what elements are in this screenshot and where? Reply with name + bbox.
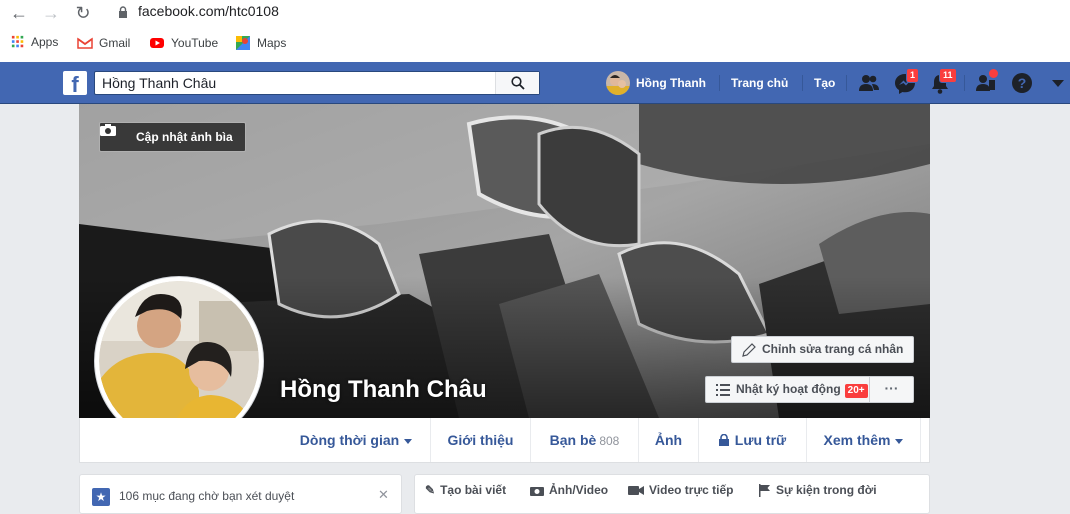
flag-icon: [759, 483, 770, 497]
close-icon[interactable]: ✕: [378, 487, 389, 503]
bookmark-label: Apps: [31, 35, 59, 49]
action-label: Video trực tiếp: [649, 483, 734, 497]
lock-icon: [718, 433, 729, 446]
svg-text:?: ?: [1018, 75, 1027, 91]
friends-count: 808: [599, 434, 620, 448]
activity-log-label: Nhật ký hoạt động: [736, 382, 841, 396]
bookmark-gmail[interactable]: Gmail: [77, 35, 130, 51]
tab-label: Dòng thời gian: [299, 432, 400, 448]
camera-icon: [100, 124, 116, 136]
bookmark-youtube[interactable]: YouTube: [149, 35, 218, 51]
tab-timeline[interactable]: Dòng thời gian: [282, 418, 431, 462]
bookmark-apps[interactable]: Apps: [11, 35, 58, 49]
bookmark-maps[interactable]: Maps: [235, 35, 286, 51]
notifications-button[interactable]: 11: [930, 68, 957, 95]
facebook-topbar: f Hồng Thanh Trang chủ Tạo: [0, 62, 1070, 104]
video-camera-icon: [628, 486, 644, 495]
search-icon: [511, 76, 525, 90]
tab-label: Xem thêm: [823, 432, 891, 448]
divider: [846, 75, 847, 91]
divider: [719, 75, 720, 91]
bookmark-label: Gmail: [99, 36, 131, 50]
photo-video-tab[interactable]: Ảnh/Video: [530, 483, 608, 497]
update-cover-button[interactable]: Cập nhật ảnh bìa: [99, 122, 246, 152]
tab-label: Lưu trữ: [734, 432, 787, 448]
maps-icon: [236, 36, 250, 50]
activity-count-badge: 20+: [844, 384, 868, 398]
pencil-icon: [742, 343, 756, 357]
address-bar[interactable]: facebook.com/htc0108: [105, 0, 1070, 24]
notifications-badge: 11: [939, 68, 957, 83]
list-icon: [716, 384, 730, 396]
search-box: [94, 71, 540, 95]
browser-toolbar: ← → ↻ facebook.com/htc0108 Apps Gmail Yo…: [0, 0, 1070, 62]
bookmark-label: Maps: [257, 36, 287, 50]
life-event-tab[interactable]: Sự kiện trong đời: [759, 483, 877, 497]
forward-arrow-icon[interactable]: →: [40, 2, 62, 24]
tab-label: Bạn bè: [549, 432, 597, 448]
help-icon[interactable]: ?: [1012, 73, 1032, 93]
divider: [802, 75, 803, 91]
action-label: Tạo bài viết: [440, 483, 507, 497]
chevron-down-icon: [895, 438, 904, 444]
profile-image: [99, 281, 259, 441]
profile-name-link: Hồng Thanh: [636, 76, 706, 90]
messenger-badge: 1: [906, 68, 920, 83]
new-dot: [989, 69, 998, 78]
back-arrow-icon[interactable]: ←: [8, 2, 30, 24]
reload-icon[interactable]: ↻: [72, 2, 94, 24]
tab-label: Ảnh: [654, 432, 683, 448]
divider: [964, 75, 965, 91]
search-button[interactable]: [495, 72, 539, 94]
action-label: Ảnh/Video: [549, 483, 609, 497]
tab-label: Giới thiệu: [447, 432, 514, 448]
update-cover-label: Cập nhật ảnh bìa: [136, 130, 233, 144]
edit-profile-label: Chỉnh sửa trang cá nhân: [762, 342, 904, 356]
bookmarks-bar: Apps Gmail YouTube Maps: [0, 30, 1070, 58]
url-text: facebook.com/htc0108: [138, 3, 279, 19]
search-input[interactable]: [95, 72, 495, 94]
activity-log-button[interactable]: Nhật ký hoạt động 20+: [705, 376, 870, 403]
apps-grid-icon: [11, 35, 24, 48]
lock-icon: [119, 6, 127, 18]
tab-more[interactable]: Xem thêm: [807, 418, 921, 462]
more-options-button[interactable]: ···: [869, 376, 914, 403]
create-post-tab[interactable]: ✎ Tạo bài viết: [425, 483, 506, 497]
tab-archive[interactable]: Lưu trữ: [699, 418, 807, 462]
messenger-button[interactable]: 1: [894, 68, 920, 95]
friend-requests-icon[interactable]: [858, 73, 880, 93]
live-video-tab[interactable]: Video trực tiếp: [628, 483, 734, 497]
pending-review-card[interactable]: ★ 106 mục đang chờ bạn xét duyệt ✕: [79, 474, 402, 514]
bookmark-label: YouTube: [171, 36, 219, 50]
profile-tabs: Dòng thời gian Giới thiệu Bạn bè 808 Ảnh …: [79, 418, 930, 463]
action-label: Sự kiện trong đời: [776, 483, 877, 497]
gmail-icon: [77, 37, 93, 49]
camera-icon: [530, 487, 544, 496]
pencil-icon: ✎: [425, 483, 436, 497]
chevron-down-icon: [404, 438, 413, 444]
tab-friends[interactable]: Bạn bè 808: [531, 418, 639, 462]
home-link[interactable]: Trang chủ: [731, 62, 788, 104]
avatar: [606, 71, 630, 95]
star-icon: ★: [92, 488, 110, 506]
chevron-down-icon[interactable]: [1052, 80, 1064, 88]
edit-profile-button[interactable]: Chỉnh sửa trang cá nhân: [731, 336, 914, 363]
pending-review-text: 106 mục đang chờ bạn xét duyệt: [119, 489, 295, 503]
profile-name[interactable]: Hồng Thanh Châu: [280, 376, 487, 404]
tab-photos[interactable]: Ảnh: [639, 418, 699, 462]
create-link[interactable]: Tạo: [814, 62, 835, 104]
facebook-logo-icon[interactable]: f: [63, 71, 87, 95]
quick-help-button[interactable]: [975, 69, 999, 95]
tab-about[interactable]: Giới thiệu: [431, 418, 531, 462]
youtube-icon: [150, 38, 164, 48]
composer-card: ✎ Tạo bài viết Ảnh/Video Video trực tiếp …: [414, 474, 930, 514]
